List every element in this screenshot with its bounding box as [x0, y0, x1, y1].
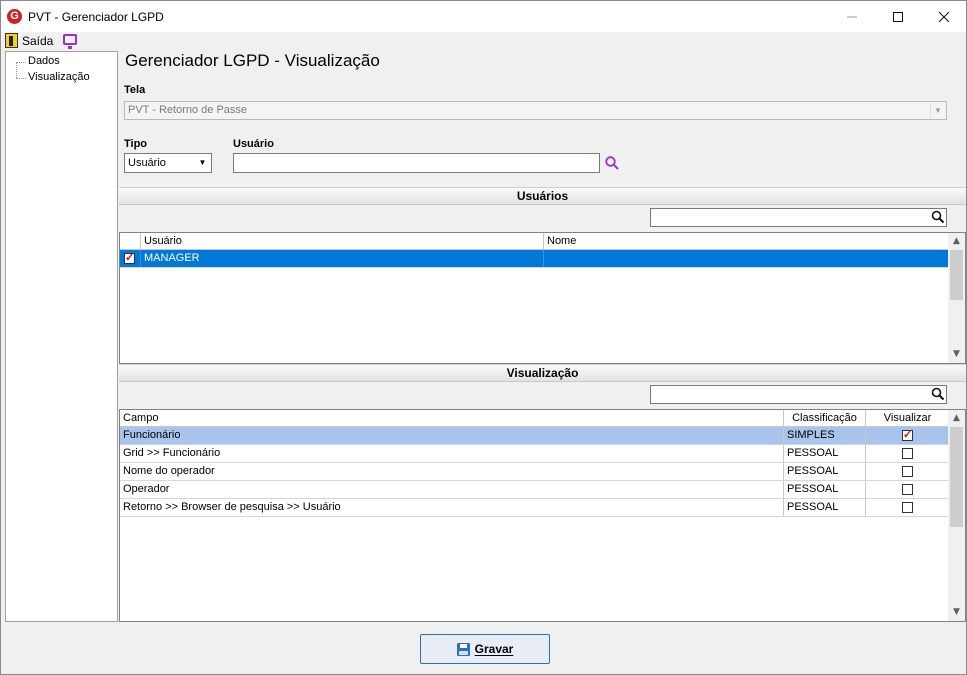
table-row[interactable]: Funcionário SIMPLES: [120, 427, 950, 445]
usuarios-grid: Usuário Nome MANAGER ▲ ▼: [119, 232, 966, 364]
visualizar-checkbox[interactable]: [902, 465, 913, 477]
save-button-label: Gravar: [474, 642, 514, 656]
tela-select-value: PVT - Retorno de Passe: [128, 104, 248, 116]
tree-item-visualizacao[interactable]: Visualização: [28, 71, 90, 83]
exit-door-icon[interactable]: [5, 33, 18, 48]
minimize-button[interactable]: [829, 1, 875, 32]
search-icon[interactable]: [931, 210, 945, 224]
scroll-up-icon[interactable]: ▲: [948, 410, 965, 427]
visualizacao-section-header: Visualização: [119, 364, 966, 382]
usuario-input[interactable]: [233, 153, 600, 173]
classificacao-cell: PESSOAL: [784, 445, 866, 462]
usuarios-search-input[interactable]: [650, 208, 947, 227]
scroll-thumb[interactable]: [950, 250, 963, 300]
visualizar-cell[interactable]: [866, 427, 950, 444]
column-header-visualizar[interactable]: Visualizar: [866, 410, 950, 426]
search-icon[interactable]: [931, 387, 945, 401]
chevron-down-icon[interactable]: ▼: [195, 155, 210, 171]
visualizacao-search-input[interactable]: [650, 385, 947, 404]
visualizar-cell[interactable]: [866, 445, 950, 462]
nome-cell: [544, 250, 950, 267]
usuario-label: Usuário: [233, 138, 274, 150]
tipo-select[interactable]: Usuário ▼: [124, 153, 212, 173]
tipo-label: Tipo: [124, 138, 148, 150]
app-window: G PVT - Gerenciador LGPD Saída Dados Vis…: [0, 0, 967, 675]
scroll-down-icon[interactable]: ▼: [948, 346, 965, 363]
floppy-disk-icon: [456, 642, 470, 656]
campo-cell: Funcionário: [120, 427, 784, 444]
window-title: PVT - Gerenciador LGPD: [28, 10, 164, 24]
monitor-icon[interactable]: [63, 34, 77, 49]
search-icon[interactable]: [605, 156, 619, 170]
scroll-down-icon[interactable]: ▼: [948, 604, 965, 621]
table-row[interactable]: Nome do operador PESSOAL: [120, 463, 950, 481]
visualizacao-grid-header: Campo Classificação Visualizar: [120, 410, 950, 427]
table-row[interactable]: Grid >> Funcionário PESSOAL: [120, 445, 950, 463]
classificacao-cell: PESSOAL: [784, 481, 866, 498]
table-row[interactable]: Operador PESSOAL: [120, 481, 950, 499]
visualizar-checkbox[interactable]: [902, 501, 913, 513]
campo-cell: Operador: [120, 481, 784, 498]
scroll-thumb[interactable]: [950, 427, 963, 527]
tree-item-dados[interactable]: Dados: [28, 55, 60, 67]
column-header-nome[interactable]: Nome: [544, 233, 950, 249]
scroll-up-icon[interactable]: ▲: [948, 233, 965, 250]
usuarios-section-header: Usuários: [119, 187, 966, 205]
usuario-cell: MANAGER: [141, 250, 544, 267]
visualizar-cell[interactable]: [866, 481, 950, 498]
chevron-down-icon: ▼: [930, 103, 945, 118]
tela-label: Tela: [124, 84, 146, 96]
tree-connector: [16, 78, 26, 79]
visualizar-cell[interactable]: [866, 499, 950, 516]
close-icon: [939, 11, 949, 22]
tree-connector: [16, 62, 17, 78]
visualizar-checkbox[interactable]: [902, 447, 913, 459]
menu-bar: [1, 32, 966, 50]
classificacao-cell: PESSOAL: [784, 499, 866, 516]
column-header-classificacao[interactable]: Classificação: [784, 410, 866, 426]
usuarios-grid-header: Usuário Nome: [120, 233, 950, 250]
classificacao-cell: SIMPLES: [784, 427, 866, 444]
campo-cell: Nome do operador: [120, 463, 784, 480]
visualizar-checkbox[interactable]: [902, 428, 913, 441]
row-check-cell[interactable]: [120, 250, 141, 267]
navigation-tree: Dados Visualização: [5, 51, 118, 622]
close-button[interactable]: [921, 1, 967, 32]
usuarios-scrollbar[interactable]: ▲ ▼: [948, 233, 965, 363]
minimize-icon: [847, 16, 857, 17]
table-row[interactable]: MANAGER: [120, 250, 950, 268]
classificacao-cell: PESSOAL: [784, 463, 866, 480]
tela-select: PVT - Retorno de Passe ▼: [124, 101, 947, 120]
header-check-column: [120, 233, 141, 249]
campo-cell: Grid >> Funcionário: [120, 445, 784, 462]
visualizacao-grid: Campo Classificação Visualizar Funcionár…: [119, 409, 966, 622]
campo-cell: Retorno >> Browser de pesquisa >> Usuári…: [120, 499, 784, 516]
tipo-select-value: Usuário: [128, 157, 166, 169]
title-bar: G PVT - Gerenciador LGPD: [1, 1, 966, 32]
column-header-campo[interactable]: Campo: [120, 410, 784, 426]
exit-menu-item[interactable]: Saída: [22, 34, 53, 48]
column-header-usuario[interactable]: Usuário: [141, 233, 544, 249]
visualizacao-scrollbar[interactable]: ▲ ▼: [948, 410, 965, 621]
row-checkbox[interactable]: [124, 251, 135, 264]
maximize-icon: [893, 11, 903, 22]
app-logo-icon: G: [7, 9, 22, 24]
maximize-button[interactable]: [875, 1, 921, 32]
visualizar-checkbox[interactable]: [902, 483, 913, 495]
page-title: Gerenciador LGPD - Visualização: [125, 51, 380, 70]
save-button[interactable]: Gravar: [420, 634, 550, 664]
visualizar-cell[interactable]: [866, 463, 950, 480]
tree-connector: [16, 62, 26, 63]
table-row[interactable]: Retorno >> Browser de pesquisa >> Usuári…: [120, 499, 950, 517]
